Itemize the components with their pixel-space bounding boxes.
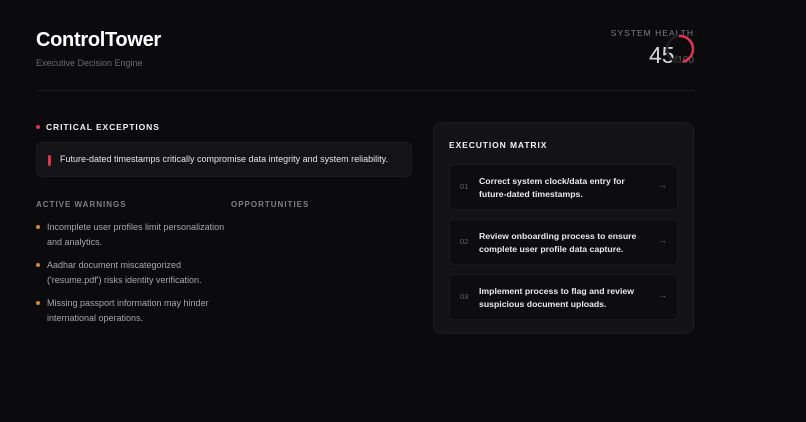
warning-item: Missing passport information may hinder … <box>36 296 226 326</box>
task-number: 02 <box>460 237 469 246</box>
warning-bullet-icon <box>36 301 40 305</box>
header-divider <box>36 90 694 91</box>
execution-matrix-heading: EXECUTION MATRIX <box>449 140 548 150</box>
app-title: ControlTower <box>36 29 161 51</box>
opportunities-heading: OPPORTUNITIES <box>231 200 310 209</box>
critical-exceptions-heading: CRITICAL EXCEPTIONS <box>36 122 160 132</box>
warning-bullet-icon <box>36 263 40 267</box>
critical-dot-icon <box>36 125 40 129</box>
arrow-right-icon[interactable]: → <box>658 180 667 190</box>
arrow-right-icon[interactable]: → <box>658 290 667 300</box>
warning-text: Aadhar document miscategorized ('resume.… <box>47 260 202 285</box>
critical-exception-text: Future-dated timestamps critically compr… <box>60 154 388 164</box>
task-text: Implement process to flag and review sus… <box>479 286 634 309</box>
active-warnings-heading: ACTIVE WARNINGS <box>36 200 127 209</box>
health-gauge-icon <box>665 34 695 64</box>
warning-item: Aadhar document miscategorized ('resume.… <box>36 258 226 288</box>
task-card-02[interactable]: 02 Review onboarding process to ensure c… <box>449 219 678 265</box>
task-card-03[interactable]: 03 Implement process to flag and review … <box>449 274 678 320</box>
task-card-01[interactable]: 01 Correct system clock/data entry for f… <box>449 164 678 210</box>
active-warnings-list: Incomplete user profiles limit personali… <box>36 220 226 334</box>
warning-text: Incomplete user profiles limit personali… <box>47 222 225 247</box>
critical-exception-card[interactable]: Future-dated timestamps critically compr… <box>36 142 412 177</box>
task-number: 01 <box>460 182 469 191</box>
task-text: Correct system clock/data entry for futu… <box>479 176 625 199</box>
critical-indicator-icon <box>48 155 51 166</box>
warning-text: Missing passport information may hinder … <box>47 298 209 323</box>
task-number: 03 <box>460 292 469 301</box>
app-subtitle: Executive Decision Engine <box>36 58 143 68</box>
warning-item: Incomplete user profiles limit personali… <box>36 220 226 250</box>
warning-bullet-icon <box>36 225 40 229</box>
execution-matrix-panel: EXECUTION MATRIX 01 Correct system clock… <box>433 122 694 334</box>
task-text: Review onboarding process to ensure comp… <box>479 231 637 254</box>
control-tower-dashboard: ControlTower Executive Decision Engine S… <box>0 0 806 422</box>
arrow-right-icon[interactable]: → <box>658 235 667 245</box>
critical-exceptions-label: CRITICAL EXCEPTIONS <box>46 122 160 132</box>
